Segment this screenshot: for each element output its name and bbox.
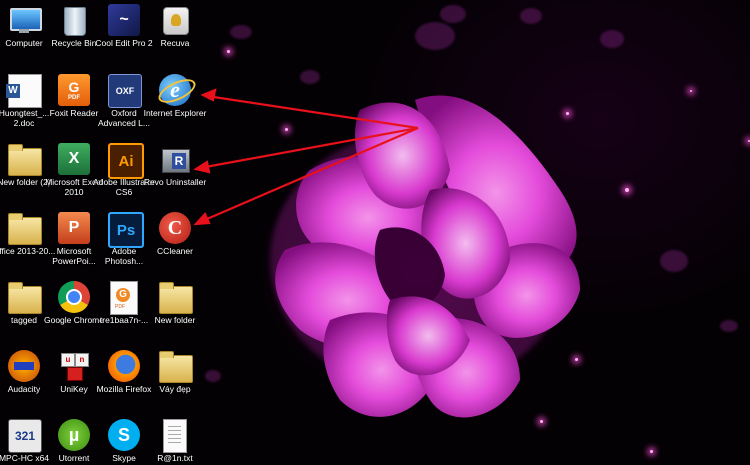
desktop-icon-new-folder[interactable]: New folder <box>143 279 207 347</box>
folder-icon <box>159 282 193 314</box>
recycle-bin-icon <box>58 4 90 36</box>
unikey-icon: u n <box>58 350 90 382</box>
internet-explorer-icon: e <box>155 74 199 108</box>
folder-icon <box>159 351 193 383</box>
audacity-icon <box>8 350 40 382</box>
arrow-to-ccleaner <box>199 126 419 224</box>
folder-icon <box>8 282 42 314</box>
illustrator-icon: Ai <box>108 143 144 179</box>
desktop-icon-internet-explorer[interactable]: e Internet Explorer <box>143 72 207 140</box>
desktop-icon-recuva[interactable]: Recuva <box>143 2 207 70</box>
desktop-icon-label: R@1n.txt <box>157 453 193 463</box>
firefox-icon <box>108 350 140 382</box>
computer-icon <box>8 4 42 36</box>
excel-icon: X <box>58 143 90 175</box>
chrome-icon <box>58 281 90 313</box>
desktop-icon-revo-uninstaller[interactable]: R Revo Uninstaller <box>143 141 207 209</box>
desktop-icon-label: CCleaner <box>157 246 193 256</box>
skype-icon: S <box>108 419 140 451</box>
photoshop-icon: Ps <box>108 212 144 248</box>
folder-icon <box>8 213 42 245</box>
arrow-to-internet-explorer <box>206 94 419 130</box>
desktop-icon-text-file[interactable]: R@1n.txt <box>143 417 207 465</box>
folder-icon <box>8 144 42 176</box>
pdf-document-icon: G PDF <box>110 281 138 315</box>
desktop-icon-label: Internet Explorer <box>143 108 207 118</box>
text-file-icon <box>163 419 187 453</box>
desktop-icon-label: Váy đẹp <box>159 384 191 394</box>
desktop-icon-label: Recuva <box>160 38 190 48</box>
word-document-icon: W <box>6 74 42 108</box>
ccleaner-icon: C <box>159 212 191 244</box>
arrow-to-revo-uninstaller <box>199 126 419 170</box>
desktop-icon-ccleaner[interactable]: C CCleaner <box>143 210 207 278</box>
oxford-dictionary-icon: OXF <box>108 74 142 108</box>
revo-uninstaller-icon: R <box>159 143 191 175</box>
utorrent-icon: µ <box>58 419 90 451</box>
foxit-reader-icon: G PDF <box>58 74 90 106</box>
mpc-hc-icon: 321 <box>8 419 42 453</box>
recuva-icon <box>159 4 191 36</box>
desktop[interactable]: Computer Recycle Bin ~ Cool Edit Pro 2 R… <box>0 0 750 465</box>
desktop-icon-vay-dep-folder[interactable]: Váy đẹp <box>143 348 207 416</box>
desktop-icon-label: New folder <box>154 315 196 325</box>
powerpoint-icon: P <box>58 212 90 244</box>
cool-edit-pro-icon: ~ <box>108 4 140 36</box>
desktop-icon-label: Revo Uninstaller <box>143 177 207 187</box>
